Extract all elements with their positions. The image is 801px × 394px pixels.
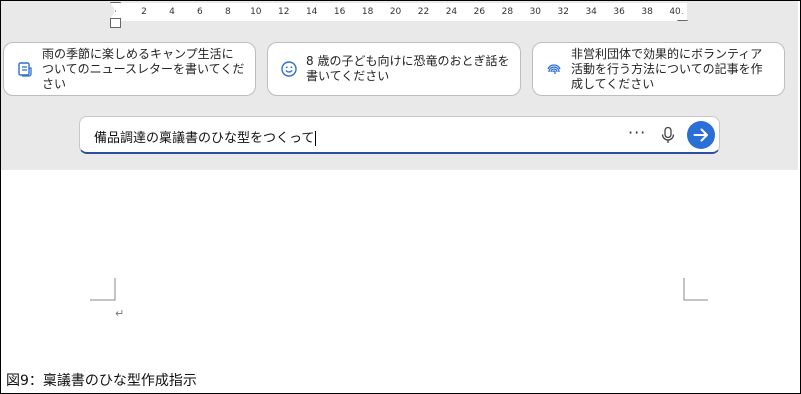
more-options-button[interactable]: ···	[628, 123, 646, 142]
prompt-input[interactable]: 備品調達の稟議書のひな型をつくって ···	[79, 116, 720, 154]
microphone-icon[interactable]	[660, 126, 676, 144]
ruler-tick-label: 6	[197, 7, 203, 17]
ruler-tick-label: 20	[389, 7, 402, 17]
suggestion-card-volunteer-article[interactable]: 非営利団体で効果的にボランティア活動を行う方法についての記事を作成してください	[532, 42, 785, 96]
document-page[interactable]	[1, 171, 798, 363]
paragraph-mark: ↵	[115, 307, 125, 320]
ruler-tick-label: 12	[278, 7, 290, 17]
arrow-right-icon	[693, 128, 708, 142]
figure-caption: 図9：稟議書のひな型作成指示	[6, 373, 197, 389]
fingerprint-icon	[547, 64, 561, 74]
ruler-tick-label: 10	[250, 7, 262, 17]
ruler-tick-label: 24	[445, 7, 458, 17]
left-margin-crop-mark	[90, 278, 116, 301]
ruler-tick-label: 40	[669, 7, 681, 17]
ruler-tick-label: 22	[417, 7, 430, 17]
smiley-icon	[281, 61, 297, 77]
suggestion-text: 非営利団体で効果的にボランティア活動を行う方法についての記事を作成してください	[571, 46, 763, 91]
ruler-tick-label: 26	[473, 7, 486, 17]
text-caret	[315, 131, 317, 146]
ruler-tick-label: 34	[585, 7, 597, 17]
newsletter-icon	[18, 62, 32, 77]
ruler-tick-label: 14	[305, 7, 318, 17]
prompt-value: 備品調達の稟議書のひな型をつくって	[94, 131, 317, 146]
suggestion-card-newsletter[interactable]: 雨の季節に楽しめるキャンプ生活についてのニュースレターを書いてください	[3, 42, 256, 96]
suggestion-text: 8 歳の子ども向けに恐竜のおとぎ話を書いてください	[306, 54, 510, 83]
ruler-tick-label: 32	[557, 7, 569, 17]
ruler-tick-label: 38	[641, 7, 653, 17]
ruler-tick-label: 8	[224, 7, 231, 17]
ruler-tick-label: 4	[169, 7, 175, 17]
right-margin-crop-mark	[683, 278, 708, 301]
suggestion-card-dinosaur-story[interactable]: 8 歳の子ども向けに恐竜のおとぎ話を書いてください	[267, 42, 521, 96]
suggestion-text: 雨の季節に楽しめるキャンプ生活についてのニュースレターを書いてください	[42, 46, 245, 91]
left-indent-marker[interactable]	[110, 18, 121, 28]
ruler-tick-label: 2	[141, 7, 147, 17]
ruler-tick-label: 30	[529, 7, 542, 17]
ruler-tick-label: 16	[333, 7, 346, 17]
ruler-tick-label: 18	[361, 7, 374, 17]
send-button[interactable]	[687, 121, 715, 149]
ruler-tick-label: 36	[613, 7, 625, 17]
ruler-tick-label: 28	[501, 7, 514, 17]
